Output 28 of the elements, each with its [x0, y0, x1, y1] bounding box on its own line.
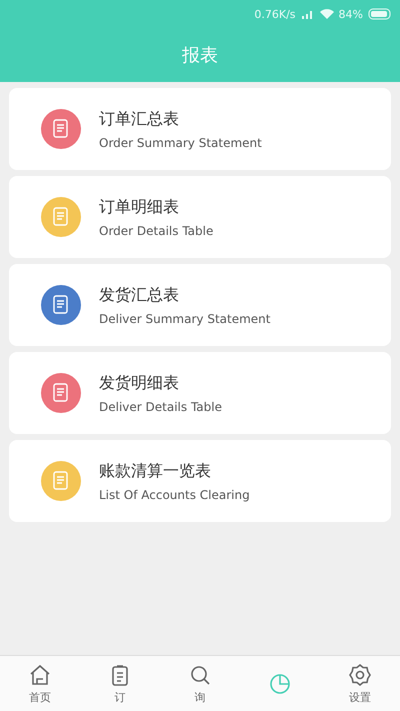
report-title: 订单汇总表 [99, 108, 180, 130]
report-title: 账款清算一览表 [99, 460, 212, 482]
report-title: 订单明细表 [99, 196, 180, 218]
report-card[interactable]: 订单汇总表 Order Summary Statement [9, 88, 391, 170]
report-title: 发货汇总表 [99, 284, 180, 306]
settings-icon [348, 662, 372, 686]
report-subtitle: List Of Accounts Clearing [99, 488, 250, 502]
report-subtitle: Order Details Table [99, 224, 214, 238]
report-title: 发货明细表 [99, 372, 180, 394]
network-speed: 0.76K/s [254, 8, 296, 20]
tab-item[interactable]: 首页 [0, 656, 80, 711]
tab-item[interactable]: 设置 [320, 656, 400, 711]
pie-chart-icon [268, 672, 292, 696]
wifi-icon [320, 9, 334, 19]
tab-item[interactable]: 询 [160, 656, 240, 711]
page-title: 报表 [182, 44, 218, 67]
report-card[interactable]: 账款清算一览表 List Of Accounts Clearing [9, 440, 391, 522]
home-icon [28, 662, 52, 686]
report-card[interactable]: 订单明细表 Order Details Table [9, 176, 391, 258]
signal-icon [300, 9, 315, 19]
report-subtitle: Deliver Details Table [99, 400, 222, 414]
report-card[interactable]: 发货明细表 Deliver Details Table [9, 352, 391, 434]
report-card[interactable]: 发货汇总表 Deliver Summary Statement [9, 264, 391, 346]
battery-icon [368, 8, 392, 20]
tab-item[interactable]: 订 [80, 656, 160, 711]
report-subtitle: Deliver Summary Statement [99, 312, 270, 326]
battery-percentage: 84% [338, 8, 363, 20]
report-subtitle: Order Summary Statement [99, 136, 262, 150]
